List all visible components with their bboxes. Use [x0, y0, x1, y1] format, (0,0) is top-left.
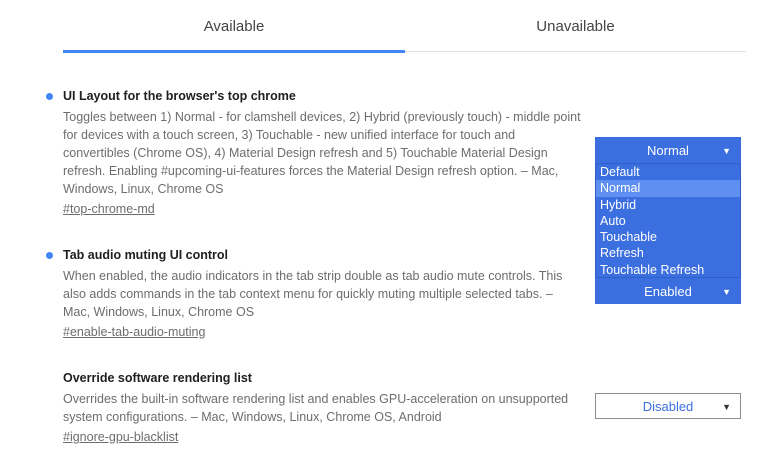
tab-available[interactable]: Available: [63, 0, 405, 52]
dropdown-option-refresh[interactable]: Refresh: [596, 245, 740, 261]
chevron-down-icon: ▼: [722, 146, 731, 156]
tab-bar: Available Unavailable: [63, 0, 746, 53]
dropdown-option-touchable-refresh[interactable]: Touchable Refresh: [596, 262, 740, 278]
dropdown-option-auto[interactable]: Auto: [596, 213, 740, 229]
experiment-top-chrome-md: UI Layout for the browser's top chrome T…: [46, 87, 583, 218]
tab-unavailable[interactable]: Unavailable: [405, 0, 746, 52]
dropdown-option-normal[interactable]: Normal: [596, 180, 740, 197]
experiment-ignore-gpu-blacklist: Override software rendering list Overrid…: [63, 369, 583, 446]
tab-audio-muting-select[interactable]: Enabled ▼: [595, 278, 741, 304]
top-chrome-md-dropdown-list: Default Normal Hybrid Auto Touchable Ref…: [595, 163, 741, 278]
experiment-description: When enabled, the audio indicators in th…: [63, 269, 563, 319]
select-value: Enabled: [644, 284, 692, 299]
experiment-link[interactable]: #top-chrome-md: [63, 200, 155, 218]
select-value: Normal: [647, 143, 689, 158]
active-tab-indicator: [63, 50, 405, 53]
dropdown-option-touchable[interactable]: Touchable: [596, 229, 740, 245]
dropdown-option-hybrid[interactable]: Hybrid: [596, 197, 740, 213]
experiment-title: Tab audio muting UI control: [63, 248, 229, 262]
experiment-tab-audio-muting: Tab audio muting UI control When enabled…: [46, 246, 583, 341]
chevron-down-icon: ▼: [722, 287, 731, 297]
experiment-title: Override software rendering list: [63, 371, 252, 385]
top-chrome-md-select[interactable]: Normal ▼: [595, 137, 741, 163]
experiment-description: Overrides the built-in software renderin…: [63, 392, 569, 424]
dropdown-option-default[interactable]: Default: [596, 164, 740, 180]
modified-dot-icon: [46, 252, 53, 259]
chevron-down-icon: ▼: [722, 402, 731, 412]
modified-dot-icon: [46, 93, 53, 100]
experiment-link[interactable]: #enable-tab-audio-muting: [63, 323, 205, 341]
ignore-gpu-blacklist-select[interactable]: Disabled ▼: [595, 393, 741, 419]
experiment-link[interactable]: #ignore-gpu-blacklist: [63, 428, 178, 446]
experiment-description: Toggles between 1) Normal - for clamshel…: [63, 110, 581, 196]
experiment-title: UI Layout for the browser's top chrome: [63, 89, 296, 103]
select-value: Disabled: [642, 399, 694, 414]
